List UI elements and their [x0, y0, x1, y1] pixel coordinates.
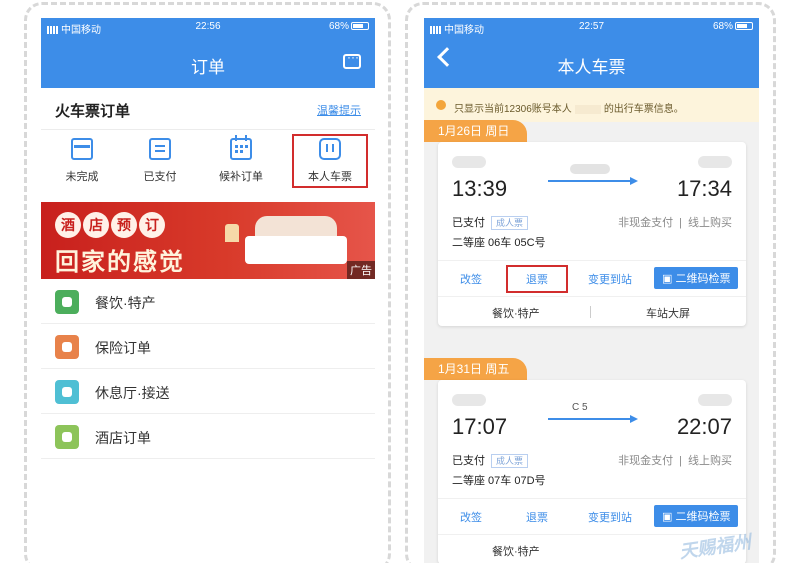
- seat-info: 二等座 07车 07D号: [452, 475, 546, 487]
- document-icon: [149, 138, 171, 160]
- orders-screen: 中国移动 22:56 68% 订单 火车票订单 温馨提示 未完成 已支付 候补订…: [41, 18, 375, 563]
- date-tag: 1月26日 周日: [424, 120, 528, 142]
- ticket-status: 已支付 成人票: [452, 452, 529, 468]
- food-icon: [55, 290, 79, 314]
- train-orders-header: 火车票订单 温馨提示: [41, 88, 375, 130]
- ticket-footer: 餐饮·特产 车站大屏: [438, 296, 746, 326]
- arrow-icon: [548, 177, 638, 185]
- ticket-status: 已支付 成人票: [452, 214, 529, 230]
- train-number: [570, 164, 610, 174]
- change-button[interactable]: 改签: [460, 509, 482, 525]
- section-title: 火车票订单: [55, 103, 131, 120]
- qr-icon: ▣: [662, 511, 676, 523]
- payment-info: 非现金支付 | 线上购买: [618, 455, 732, 467]
- message-icon[interactable]: [343, 50, 361, 69]
- order-tabs: 未完成 已支付 候补订单 本人车票: [41, 130, 375, 202]
- origin-station: [452, 394, 486, 406]
- notice-bar: 只显示当前12306账号本人 的出行车票信息。: [424, 88, 759, 122]
- page-title: 本人车票: [557, 58, 626, 77]
- my-tickets-screen: 中国移动 22:57 68% 本人车票 只显示当前12306账号本人 的出行车票信…: [424, 18, 759, 563]
- status-bar: 中国移动 22:57 68%: [424, 18, 759, 36]
- change-station-button[interactable]: 变更到站: [588, 509, 632, 525]
- menu-item-food[interactable]: 餐饮·特产: [41, 279, 375, 324]
- change-button[interactable]: 改签: [460, 271, 482, 287]
- qr-check-button[interactable]: ▣ 二维码检票: [654, 505, 739, 527]
- nav-bar: 订单: [41, 36, 375, 88]
- nav-bar: 本人车票: [424, 36, 759, 88]
- depart-time: 17:07: [452, 414, 508, 439]
- refund-button[interactable]: 退票: [526, 509, 548, 525]
- ad-slogan: 回家的感觉: [55, 249, 185, 276]
- tab-unfinished[interactable]: 未完成: [47, 138, 117, 184]
- lightbulb-icon: [436, 100, 446, 110]
- ad-label: 广告: [347, 261, 375, 279]
- ad-chip: 店: [83, 212, 109, 238]
- ticket-actions: 改签 退票 变更到站 ▣ 二维码检票: [438, 260, 746, 296]
- food-link[interactable]: 餐饮·特产: [492, 305, 540, 321]
- notice-text: 只显示当前12306账号本人 的出行车票信息。: [454, 104, 684, 115]
- lamp-icon: [225, 224, 239, 242]
- qr-icon: ▣: [662, 273, 676, 285]
- ticket-actions: 改签 退票 变更到站 ▣ 二维码检票: [438, 498, 746, 534]
- ticket-type-badge: 成人票: [491, 216, 529, 230]
- ticket-card: 13:39 17:34 已支付 成人票 非现金支付 | 线上购买 二等座 06车 05…: [438, 142, 746, 326]
- screenshot-canvas: 中国移动 22:56 68% 订单 火车票订单 温馨提示 未完成 已支付 候补订…: [0, 0, 785, 563]
- train-number: C 5: [572, 402, 588, 413]
- battery-status: 68%: [329, 21, 369, 32]
- change-station-button[interactable]: 变更到站: [588, 271, 632, 287]
- station-screen-link[interactable]: 车站大屏: [646, 305, 690, 321]
- ticket-bag-icon: [319, 138, 341, 160]
- battery-status: 68%: [713, 21, 753, 32]
- menu-item-lounge[interactable]: 休息厅·接送: [41, 369, 375, 414]
- hotel-ad-banner[interactable]: 酒店预订 回家的感觉 广告: [41, 202, 375, 279]
- seat-info: 二等座 06车 05C号: [452, 237, 546, 249]
- arrive-time: 22:07: [676, 414, 732, 439]
- tab-my-tickets[interactable]: 本人车票: [292, 134, 368, 188]
- hotel-icon: [55, 425, 79, 449]
- ad-chips: 酒店预订: [55, 212, 167, 238]
- shield-icon: [55, 335, 79, 359]
- battery-icon: [351, 22, 369, 31]
- clock: 22:56: [195, 21, 221, 32]
- ticket-type-badge: 成人票: [491, 454, 529, 468]
- depart-time: 13:39: [452, 176, 508, 201]
- tab-waitlist[interactable]: 候补订单: [206, 135, 276, 184]
- tab-paid[interactable]: 已支付: [125, 138, 195, 184]
- ad-chip: 订: [139, 212, 165, 238]
- ad-chip: 预: [111, 212, 137, 238]
- service-menu: 餐饮·特产 保险订单 休息厅·接送 酒店订单: [41, 279, 375, 459]
- menu-item-insurance[interactable]: 保险订单: [41, 324, 375, 369]
- battery-icon: [735, 22, 753, 31]
- status-bar: 中国移动 22:56 68%: [41, 18, 375, 36]
- page-title: 订单: [191, 58, 225, 77]
- card-icon: [71, 138, 93, 160]
- date-tag: 1月31日 周五: [424, 358, 528, 380]
- calendar-icon: [230, 135, 252, 160]
- qr-check-button[interactable]: ▣ 二维码检票: [654, 267, 739, 289]
- destination-station: [698, 156, 732, 168]
- bed-illustration: [225, 216, 355, 272]
- payment-info: 非现金支付 | 线上购买: [618, 217, 732, 229]
- food-link[interactable]: 餐饮·特产: [492, 543, 540, 559]
- refund-button[interactable]: 退票: [506, 265, 568, 293]
- destination-station: [698, 394, 732, 406]
- arrow-icon: [548, 415, 638, 423]
- lounge-icon: [55, 380, 79, 404]
- ad-chip: 酒: [55, 212, 81, 238]
- clock: 22:57: [578, 21, 605, 32]
- menu-item-hotel[interactable]: 酒店订单: [41, 414, 375, 459]
- tips-link[interactable]: 温馨提示: [317, 102, 361, 118]
- origin-station: [452, 156, 486, 168]
- arrive-time: 17:34: [676, 176, 732, 201]
